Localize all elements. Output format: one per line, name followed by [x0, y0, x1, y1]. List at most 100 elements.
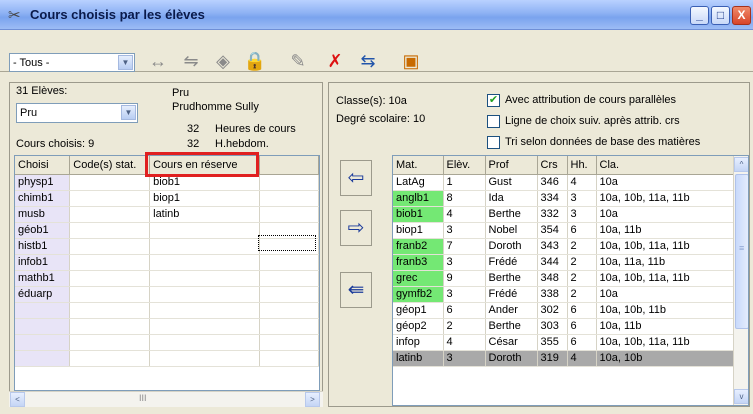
minimize-button[interactable]: _ — [690, 6, 709, 25]
table-cell[interactable]: 10a, 10b — [596, 350, 735, 367]
table-cell[interactable]: Frédé — [485, 254, 538, 271]
table-cell[interactable] — [259, 254, 319, 271]
swap-arrows-icon[interactable]: ↔ — [145, 49, 171, 73]
table-cell[interactable]: 6 — [567, 302, 597, 319]
table-cell[interactable]: 2 — [443, 318, 486, 335]
table-row[interactable]: infop 4 César 355 6 10a, 10b, 11a, 11b — [393, 334, 735, 351]
table-cell[interactable] — [259, 286, 319, 303]
table-cell[interactable]: 10a, 10b, 11a, 11b — [596, 270, 735, 287]
table-cell[interactable]: Ida — [485, 190, 538, 207]
chevron-down-icon[interactable]: ▼ — [118, 55, 133, 70]
table-cell[interactable] — [69, 334, 151, 351]
table-row[interactable]: biop1 3 Nobel 354 6 10a, 11b — [393, 222, 735, 239]
table-cell[interactable] — [149, 350, 260, 367]
student-select[interactable]: Pru ▼ — [16, 103, 138, 123]
table-cell[interactable]: 3 — [443, 350, 486, 367]
table-cell[interactable]: 2 — [567, 238, 597, 255]
right-grid-header-2[interactable]: Prof — [485, 156, 538, 175]
table-cell[interactable]: géob1 — [15, 222, 71, 239]
table-cell[interactable] — [259, 350, 319, 367]
table-cell[interactable]: Berthe — [485, 206, 538, 223]
table-row[interactable]: infob1 — [15, 254, 319, 271]
table-cell[interactable] — [259, 206, 319, 223]
chevron-down-icon[interactable]: ▼ — [121, 105, 136, 120]
move-right-button[interactable]: ⇨ — [340, 210, 372, 246]
maximize-button[interactable]: □ — [711, 6, 730, 25]
table-cell[interactable] — [149, 254, 260, 271]
table-cell[interactable]: 10a, 10b, 11a, 11b — [596, 238, 735, 255]
table-cell[interactable]: 3 — [567, 206, 597, 223]
table-cell[interactable] — [149, 286, 260, 303]
table-cell[interactable] — [149, 238, 260, 255]
table-cell[interactable]: 6 — [567, 318, 597, 335]
table-cell[interactable] — [259, 302, 319, 319]
table-cell[interactable] — [69, 174, 151, 191]
table-cell[interactable]: biop1 — [149, 190, 260, 207]
table-cell[interactable] — [259, 190, 319, 207]
right-grid-header-0[interactable]: Mat. — [393, 156, 444, 175]
table-cell[interactable]: Ander — [485, 302, 538, 319]
table-cell[interactable]: musb — [15, 206, 71, 223]
table-cell[interactable]: 344 — [537, 254, 568, 271]
table-row[interactable]: géop1 6 Ander 302 6 10a, 10b, 11b — [393, 302, 735, 319]
table-row[interactable] — [15, 318, 319, 335]
next-line-checkbox[interactable] — [487, 115, 500, 128]
table-row[interactable]: franb3 3 Frédé 344 2 10a, 11a, 11b — [393, 254, 735, 271]
table-cell[interactable]: Gust — [485, 174, 538, 191]
table-cell[interactable]: physp1 — [15, 174, 71, 191]
table-cell[interactable]: Nobel — [485, 222, 538, 239]
left-grid-header-3[interactable] — [259, 156, 319, 175]
table-cell[interactable] — [149, 302, 260, 319]
scroll-right-button[interactable]: > — [305, 392, 320, 407]
sort-checkbox[interactable] — [487, 136, 500, 149]
table-cell[interactable]: 10a — [596, 174, 735, 191]
table-row[interactable]: grec 9 Berthe 348 2 10a, 10b, 11a, 11b — [393, 270, 735, 287]
lock-icon[interactable]: 🔒 — [242, 49, 268, 73]
brush-icon[interactable]: ✎ — [285, 49, 311, 73]
table-cell[interactable]: 8 — [443, 190, 486, 207]
table-cell[interactable]: infob1 — [15, 254, 71, 271]
table-row[interactable] — [15, 334, 319, 351]
table-cell[interactable] — [149, 318, 260, 335]
scroll-thumb[interactable]: ≡ — [735, 174, 748, 329]
table-cell[interactable] — [259, 318, 319, 335]
table-row[interactable]: géop2 2 Berthe 303 6 10a, 11b — [393, 318, 735, 335]
scroll-down-button[interactable]: v — [734, 389, 748, 404]
table-cell[interactable]: 6 — [567, 334, 597, 351]
table-cell[interactable]: 302 — [537, 302, 568, 319]
table-cell[interactable]: 346 — [537, 174, 568, 191]
table-row[interactable]: mathb1 — [15, 270, 319, 287]
vertical-scrollbar[interactable]: ^ ≡ v — [733, 156, 748, 405]
table-cell[interactable]: César — [485, 334, 538, 351]
table-cell[interactable]: anglb1 — [393, 190, 444, 207]
table-cell[interactable]: géop2 — [393, 318, 444, 335]
table-cell[interactable]: 10a, 11b — [596, 222, 735, 239]
table-cell[interactable] — [149, 222, 260, 239]
table-cell[interactable] — [69, 286, 151, 303]
table-cell[interactable]: latinb — [393, 350, 444, 367]
table-cell[interactable]: mathb1 — [15, 270, 71, 287]
table-row[interactable]: gymfb2 3 Frédé 338 2 10a — [393, 286, 735, 303]
table-cell[interactable]: 7 — [443, 238, 486, 255]
right-grid-header-5[interactable]: Cla. — [596, 156, 735, 175]
table-cell[interactable] — [15, 302, 71, 319]
table-cell[interactable]: 6 — [443, 302, 486, 319]
table-cell[interactable]: 3 — [443, 222, 486, 239]
right-grid-header-4[interactable]: Hh. — [567, 156, 597, 175]
table-cell[interactable]: franb3 — [393, 254, 444, 271]
table-row[interactable]: éduarp — [15, 286, 319, 303]
table-cell[interactable] — [69, 302, 151, 319]
table-cell[interactable] — [15, 350, 71, 367]
table-cell[interactable] — [69, 206, 151, 223]
left-grid-header-1[interactable]: Code(s) stat. — [69, 156, 151, 175]
diamond-icon[interactable]: ◈ — [210, 49, 236, 73]
table-cell[interactable] — [69, 190, 151, 207]
table-cell[interactable]: chimb1 — [15, 190, 71, 207]
table-cell[interactable]: 4 — [443, 206, 486, 223]
move-left-button[interactable]: ⇦ — [340, 160, 372, 196]
focus-cell[interactable] — [258, 235, 316, 251]
table-cell[interactable]: 3 — [443, 254, 486, 271]
table-cell[interactable]: LatAg — [393, 174, 444, 191]
table-cell[interactable]: histb1 — [15, 238, 71, 255]
table-row[interactable]: LatAg 1 Gust 346 4 10a — [393, 174, 735, 191]
